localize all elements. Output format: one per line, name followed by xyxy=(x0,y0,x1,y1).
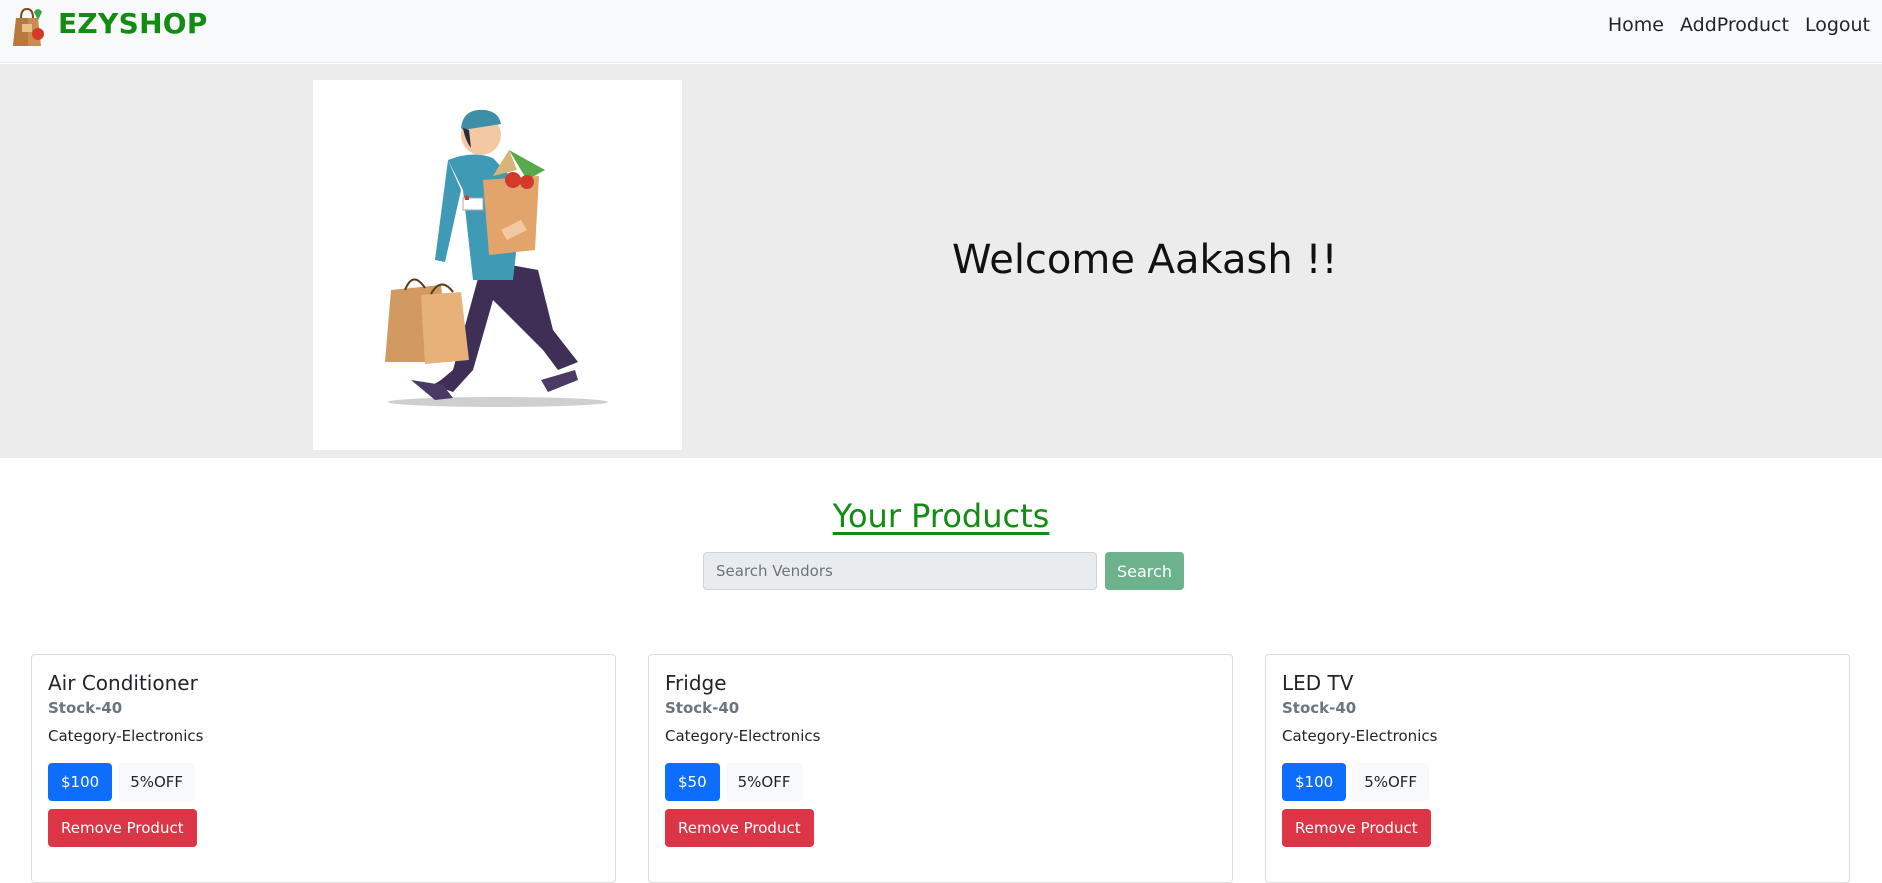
product-stock: Stock-40 xyxy=(48,699,123,717)
product-stock: Stock-40 xyxy=(665,699,740,717)
product-stock: Stock-40 xyxy=(1282,699,1357,717)
product-category: Category-Electronics xyxy=(1282,727,1438,745)
your-products-heading: Your Products xyxy=(832,497,1050,535)
price-button[interactable]: $100 xyxy=(1282,763,1347,801)
navbar: EZYSHOP Home AddProduct Logout xyxy=(0,0,1882,63)
product-cards: Air Conditioner Stock-40 Category-Electr… xyxy=(31,654,1850,883)
product-card: Air Conditioner Stock-40 Category-Electr… xyxy=(31,654,616,883)
price-button[interactable]: $100 xyxy=(48,763,113,801)
brand[interactable]: EZYSHOP xyxy=(8,4,208,48)
shopper-illustration xyxy=(313,80,682,450)
discount-button[interactable]: 5%OFF xyxy=(725,763,803,801)
remove-product-button[interactable]: Remove Product xyxy=(48,809,197,847)
price-badges: $100 5%OFF xyxy=(48,763,599,801)
product-card: LED TV Stock-40 Category-Electronics $10… xyxy=(1265,654,1850,883)
nav-logout-link[interactable]: Logout xyxy=(1805,14,1870,36)
welcome-heading: Welcome Aakash !! xyxy=(952,237,1338,283)
product-name: Fridge xyxy=(665,671,727,695)
product-name: LED TV xyxy=(1282,671,1354,695)
search-button[interactable]: Search xyxy=(1105,552,1184,590)
nav-home-link[interactable]: Home xyxy=(1608,14,1664,36)
discount-button[interactable]: 5%OFF xyxy=(118,763,196,801)
brand-name: EZYSHOP xyxy=(58,6,208,40)
product-category: Category-Electronics xyxy=(48,727,204,745)
product-category: Category-Electronics xyxy=(665,727,821,745)
product-card: Fridge Stock-40 Category-Electronics $50… xyxy=(648,654,1233,883)
discount-button[interactable]: 5%OFF xyxy=(1352,763,1430,801)
remove-product-button[interactable]: Remove Product xyxy=(1282,809,1431,847)
price-badges: $100 5%OFF xyxy=(1282,763,1833,801)
hero-banner: Welcome Aakash !! xyxy=(0,64,1882,458)
search-bar: Search xyxy=(703,552,1184,590)
products-section-title: Your Products xyxy=(0,497,1882,535)
nav-add-product-link[interactable]: AddProduct xyxy=(1680,14,1789,36)
nav-links: Home AddProduct Logout xyxy=(1608,14,1870,36)
search-input[interactable] xyxy=(703,552,1097,590)
price-badges: $50 5%OFF xyxy=(665,763,1216,801)
product-name: Air Conditioner xyxy=(48,671,198,695)
remove-product-button[interactable]: Remove Product xyxy=(665,809,814,847)
shopping-bag-logo-icon xyxy=(13,7,44,46)
price-button[interactable]: $50 xyxy=(665,763,720,801)
